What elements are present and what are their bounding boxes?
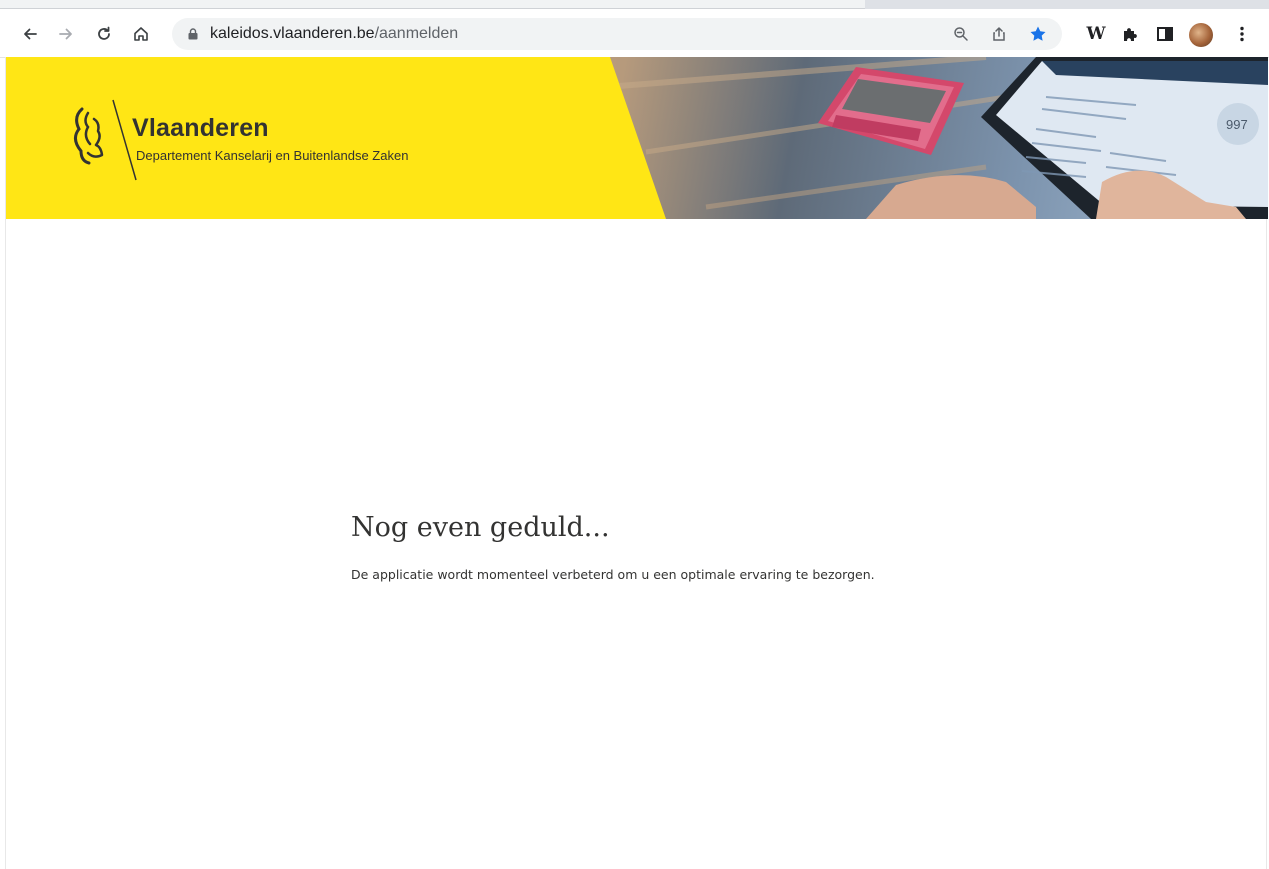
forward-button[interactable] — [52, 20, 80, 48]
share-button[interactable] — [990, 25, 1008, 43]
bookmark-button[interactable] — [1029, 25, 1047, 43]
url-text: kaleidos.vlaanderen.be/aanmelden — [210, 25, 458, 43]
kebab-menu-icon — [1240, 26, 1244, 42]
brand-name: Vlaanderen — [132, 114, 269, 142]
arrow-left-icon — [24, 28, 37, 40]
zoom-icon — [954, 27, 968, 41]
back-button[interactable] — [16, 20, 44, 48]
reload-button[interactable] — [90, 20, 118, 48]
vlaanderen-lion-logo — [74, 99, 137, 181]
zoom-button[interactable] — [952, 25, 970, 43]
browser-menu-button[interactable] — [1230, 20, 1254, 48]
wikipedia-extension-button[interactable]: W — [1083, 20, 1109, 48]
puzzle-icon — [1124, 28, 1137, 41]
extensions-button[interactable] — [1117, 20, 1143, 48]
tablet-counter: 997 — [1226, 117, 1248, 132]
lock-icon — [188, 28, 198, 40]
profile-avatar[interactable] — [1189, 23, 1213, 47]
url-host: kaleidos.vlaanderen.be — [210, 25, 375, 42]
department-name: Departement Kanselarij en Buitenlandse Z… — [136, 148, 409, 163]
phone-image — [818, 67, 964, 155]
active-tab[interactable] — [0, 0, 865, 9]
home-icon — [134, 27, 148, 41]
maintenance-message: Nog even geduld... De applicatie wordt m… — [351, 512, 1051, 582]
side-panel-button[interactable] — [1152, 20, 1178, 48]
arrow-right-icon — [59, 28, 72, 40]
reload-icon — [98, 26, 110, 40]
side-panel-icon — [1157, 27, 1173, 41]
share-icon — [993, 27, 1005, 41]
maintenance-text: De applicatie wordt momenteel verbeterd … — [351, 567, 875, 582]
url-path: /aanmelden — [374, 25, 459, 42]
home-button[interactable] — [127, 20, 155, 48]
page-title: Nog even geduld... — [351, 512, 610, 543]
header-banner: 997 Vlaanderen Departement Kanselarij en… — [6, 57, 1268, 219]
star-icon — [1030, 26, 1046, 41]
browser-toolbar: kaleidos.vlaanderen.be/aanmelden W — [0, 0, 1269, 58]
tab-strip — [0, 0, 1269, 9]
wikipedia-icon: W — [1086, 24, 1106, 44]
address-bar[interactable]: kaleidos.vlaanderen.be/aanmelden — [172, 18, 1062, 50]
page-viewport: 997 Vlaanderen Departement Kanselarij en… — [5, 57, 1268, 869]
